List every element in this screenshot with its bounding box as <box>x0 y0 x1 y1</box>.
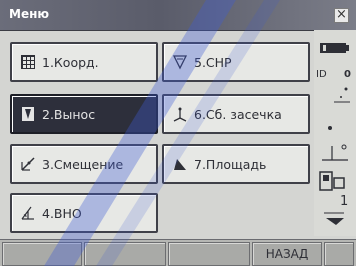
back-button-label: НАЗАД <box>265 247 309 261</box>
menu-item-offset[interactable]: 3.Смещение <box>10 144 158 184</box>
menu-item-label: 4.ВНО <box>42 205 82 221</box>
battery-icon <box>320 43 349 53</box>
menu-item-coord[interactable]: 1.Коорд. <box>10 42 158 82</box>
rem-icon <box>21 206 34 220</box>
menu-item-label: 7.Площадь <box>194 156 267 172</box>
menu-screen: Меню × 1.Коорд. 2.Вынос 3.Смещение 4.ВНО… <box>0 0 356 266</box>
menu-item-label: 6.Сб. засечка <box>194 106 282 122</box>
menu-item-rem[interactable]: 4.ВНО <box>10 193 158 233</box>
menu-item-stakeout[interactable]: 2.Вынос <box>10 94 158 134</box>
tilt-icon <box>334 87 350 103</box>
back-button[interactable]: НАЗАД <box>252 242 322 266</box>
function-key-1[interactable] <box>2 242 82 266</box>
menu-item-label: 1.Коорд. <box>42 54 99 70</box>
page-indicator: 1 <box>340 194 349 209</box>
function-key-3[interactable] <box>168 242 250 266</box>
menu-item-area[interactable]: 7.Площадь <box>162 144 310 184</box>
menu-item-label: 3.Смещение <box>42 156 124 172</box>
menu-item-triangle[interactable]: 5.СНР <box>162 42 310 82</box>
target-icon <box>328 126 332 130</box>
mode-label-left: ID <box>316 69 327 80</box>
instrument-icon <box>319 171 345 191</box>
menu-item-label: 2.Вынос <box>42 106 96 122</box>
function-key-2[interactable] <box>84 242 166 266</box>
title-bar: Меню × <box>0 0 356 31</box>
close-icon: × <box>336 7 347 22</box>
function-key-bar: НАЗАД <box>0 239 356 266</box>
function-key-5[interactable] <box>324 242 354 266</box>
resection-icon <box>173 107 187 122</box>
menu-item-resection[interactable]: 6.Сб. засечка <box>162 94 310 134</box>
mode-label-right: 0 <box>344 69 351 80</box>
grid-icon <box>21 55 35 69</box>
triangle-icon <box>172 55 188 70</box>
area-icon <box>174 159 186 170</box>
offset-icon <box>21 157 35 171</box>
status-panel: ID 0 1 <box>314 30 356 236</box>
stakeout-icon <box>22 107 34 121</box>
page-icon <box>324 212 344 225</box>
window-title: Меню <box>9 7 50 21</box>
prism-icon <box>322 144 348 161</box>
close-button[interactable]: × <box>334 8 349 23</box>
menu-item-label: 5.СНР <box>194 54 232 70</box>
